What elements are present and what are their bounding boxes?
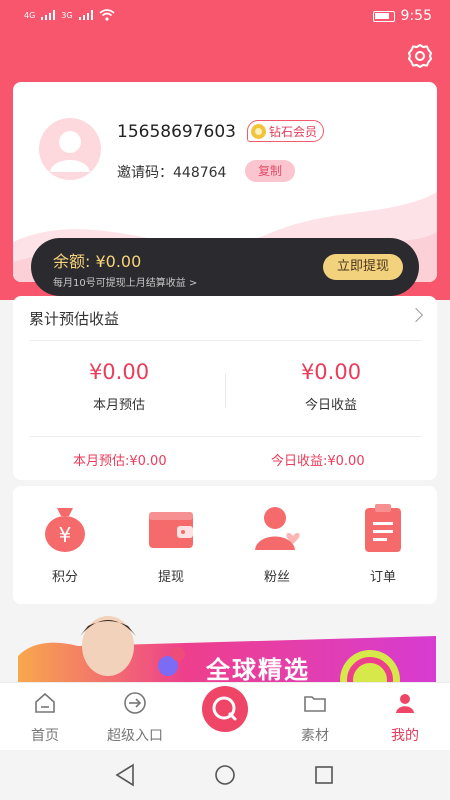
shortcuts-card: ¥ 积分 提现 粉丝 订单 bbox=[13, 486, 437, 604]
today-earnings-block: ¥0.00 今日收益 bbox=[225, 360, 437, 413]
battery-icon bbox=[372, 10, 395, 22]
invite-code-row: 邀请码：448764 bbox=[117, 162, 226, 182]
shortcut-withdraw[interactable]: 提现 bbox=[131, 500, 211, 585]
status-right: 9:55 bbox=[372, 8, 432, 24]
divider bbox=[29, 436, 421, 437]
sun-badge-icon bbox=[251, 123, 266, 139]
home-icon bbox=[35, 692, 55, 713]
system-nav-icons bbox=[115, 763, 333, 787]
earnings-card: 累计预估收益 ¥0.00 本月预估 ¥0.00 今日收益 本月预估:¥0.00 … bbox=[13, 296, 437, 480]
shortcut-label: 积分 bbox=[51, 570, 78, 585]
avatar[interactable] bbox=[39, 118, 101, 180]
signal-label-3g: 3G bbox=[61, 10, 73, 20]
status-bar: 4G 3G 9:55 bbox=[0, 0, 450, 34]
banner-title: 全球精选 bbox=[206, 656, 310, 684]
month-estimate-value: ¥0.00 bbox=[88, 360, 150, 384]
tab-super-entry[interactable]: 超级入口 bbox=[90, 691, 180, 745]
signal-label-4g: 4G bbox=[24, 10, 36, 20]
shortcut-label: 粉丝 bbox=[263, 570, 290, 585]
tab-materials[interactable]: 素材 bbox=[270, 691, 360, 745]
search-icon bbox=[212, 696, 237, 721]
shortcut-points[interactable]: ¥ 积分 bbox=[25, 500, 105, 585]
home-nav-icon[interactable] bbox=[215, 765, 235, 785]
balance-note[interactable]: 每月10号可提现上月结算收益 > bbox=[53, 274, 197, 289]
money-bag-icon: ¥ bbox=[45, 508, 85, 552]
tab-home[interactable]: 首页 bbox=[0, 691, 90, 745]
center-search-button[interactable] bbox=[202, 686, 248, 732]
withdraw-now-button[interactable]: 立即提现 bbox=[323, 254, 403, 280]
signal-icon bbox=[41, 10, 56, 20]
tab-label: 超级入口 bbox=[107, 728, 163, 744]
default-avatar-icon bbox=[50, 131, 90, 172]
shortcut-fans[interactable]: 粉丝 bbox=[237, 500, 317, 585]
copy-invite-code-button[interactable]: 复制 bbox=[245, 160, 295, 182]
settings-gear-icon[interactable] bbox=[406, 42, 434, 70]
invite-code-value: 448764 bbox=[173, 165, 227, 181]
signal-indicators: 4G 3G bbox=[24, 9, 115, 21]
tab-mine[interactable]: 我的 bbox=[360, 691, 450, 745]
user-phone: 15658697603 bbox=[117, 122, 236, 142]
today-earnings-value: ¥0.00 bbox=[300, 360, 362, 384]
profile-icon bbox=[396, 694, 414, 713]
entry-icon bbox=[124, 692, 146, 714]
balance-bar: 余额: ¥0.00 每月10号可提现上月结算收益 > 立即提现 bbox=[31, 238, 419, 296]
month-estimate-block: ¥0.00 本月预估 bbox=[13, 360, 225, 413]
today-earnings-label: 今日收益 bbox=[304, 398, 357, 413]
tab-label: 我的 bbox=[391, 728, 419, 744]
folder-icon bbox=[304, 696, 326, 712]
member-level-badge: 钻石会员 bbox=[247, 120, 325, 142]
signal-icon bbox=[78, 10, 93, 20]
back-icon[interactable] bbox=[115, 763, 134, 787]
balance-amount: 余额: ¥0.00 bbox=[53, 252, 142, 271]
fans-icon bbox=[255, 507, 300, 550]
month-estimate-label: 本月预估 bbox=[92, 398, 145, 413]
order-icon bbox=[365, 504, 401, 552]
month-estimate-summary: 本月预估:¥0.00 bbox=[73, 454, 167, 469]
tab-label: 素材 bbox=[301, 728, 329, 744]
wallet-icon bbox=[149, 512, 193, 548]
divider bbox=[29, 340, 421, 341]
chevron-right-icon[interactable] bbox=[408, 307, 424, 323]
wifi-icon bbox=[99, 9, 115, 21]
shortcut-label: 订单 bbox=[369, 570, 396, 585]
tab-label: 首页 bbox=[31, 728, 59, 744]
clock: 9:55 bbox=[400, 8, 432, 24]
svg-text:¥: ¥ bbox=[59, 523, 72, 547]
invite-code-label: 邀请码： bbox=[117, 165, 173, 181]
recents-icon[interactable] bbox=[315, 766, 333, 784]
system-nav-bar bbox=[0, 750, 450, 800]
member-level-label: 钻石会员 bbox=[269, 124, 318, 139]
shortcut-orders[interactable]: 订单 bbox=[343, 500, 423, 585]
earnings-title[interactable]: 累计预估收益 bbox=[29, 308, 119, 329]
shortcut-label: 提现 bbox=[157, 570, 184, 585]
today-earnings-summary: 今日收益:¥0.00 bbox=[271, 454, 365, 469]
